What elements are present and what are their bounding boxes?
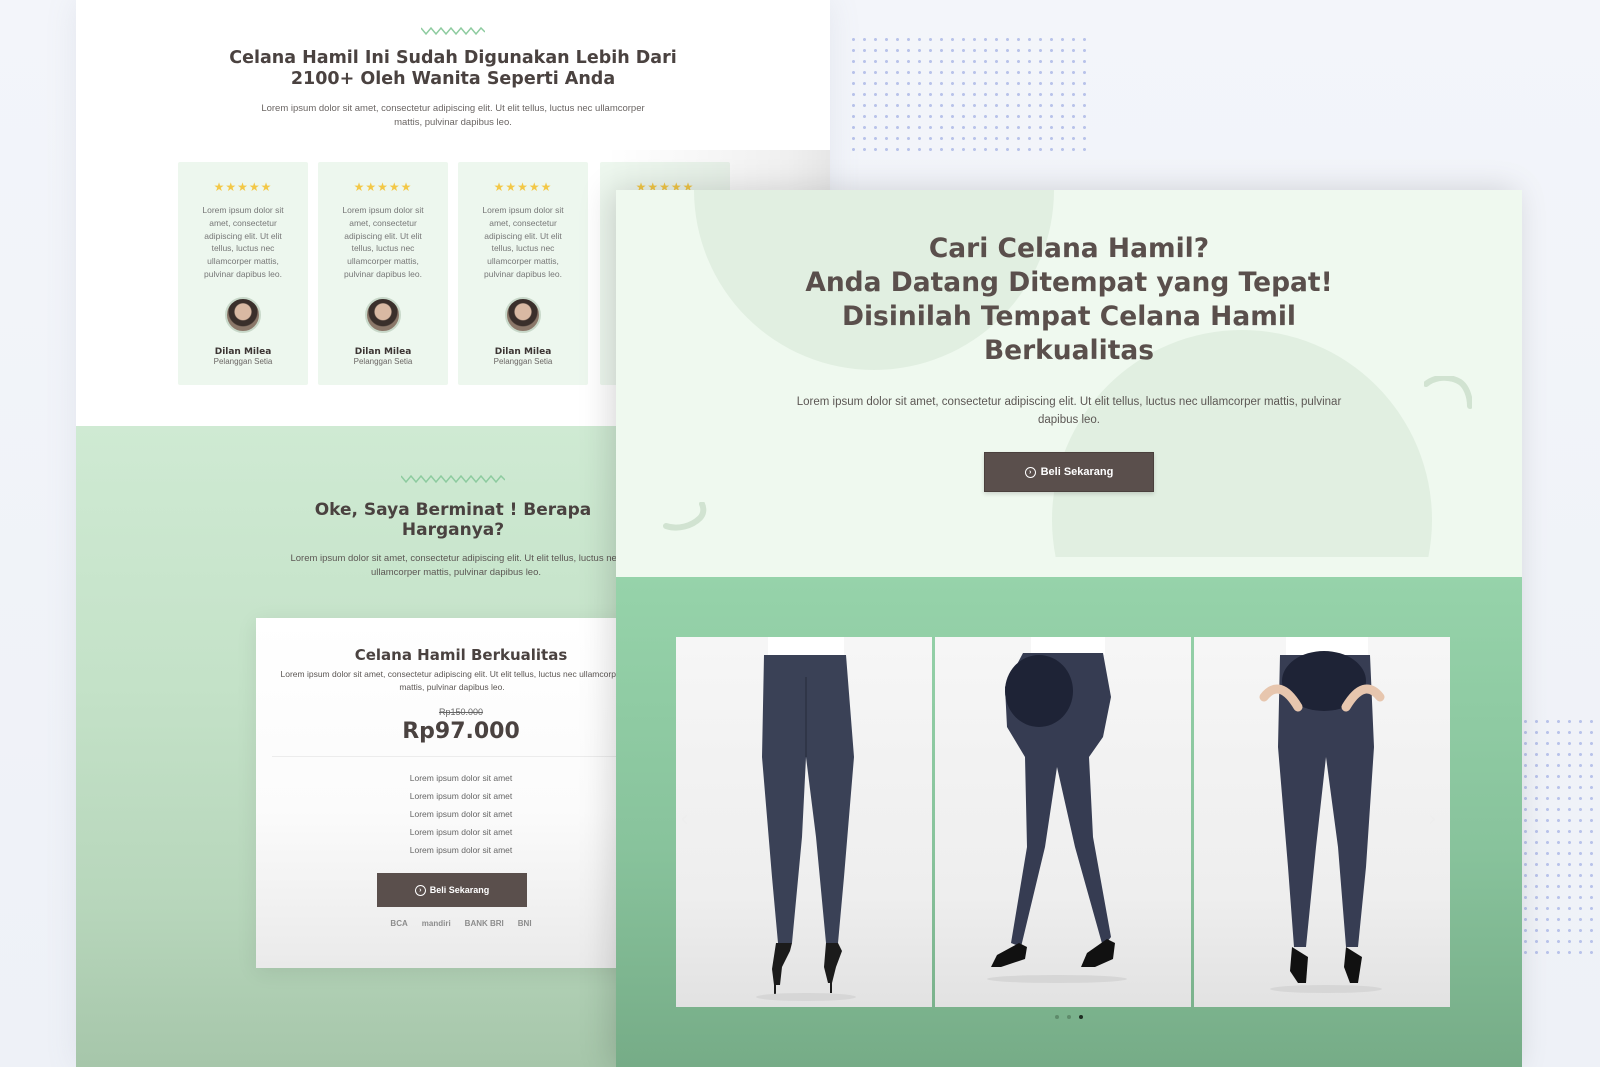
carousel-dot-active[interactable] — [1079, 1015, 1083, 1019]
hero-title-line: Berkualitas — [983, 335, 1155, 366]
hero-section: Cari Celana Hamil? Anda Datang Ditempat … — [616, 190, 1522, 577]
feature-item: Lorem ipsum dolor sit amet — [409, 809, 513, 819]
bank-logo: BCA — [390, 919, 408, 928]
testimonial-name: Dilan Milea — [214, 346, 272, 357]
current-price: Rp97.000 — [402, 719, 520, 744]
divider — [272, 756, 632, 757]
decorative-squiggle-icon — [663, 502, 707, 531]
decorative-squiggle-icon — [1424, 376, 1472, 409]
testimonials-title: Celana Hamil Ini Sudah Digunakan Lebih D… — [229, 48, 677, 89]
avatar — [505, 296, 541, 333]
decorative-dot-grid — [848, 34, 1088, 152]
carousel-dot[interactable] — [1067, 1015, 1071, 1019]
leggings-photo — [1259, 637, 1385, 993]
pricing-card: Celana Hamil Berkualitas Lorem ipsum dol… — [256, 618, 656, 968]
hero-title-line: Anda Datang Ditempat yang Tepat! — [805, 267, 1333, 298]
testimonials-description: Lorem ipsum dolor sit amet, consectetur … — [261, 103, 645, 128]
bank-logo: BANK BRI — [464, 919, 504, 928]
carousel-dots — [1055, 1015, 1083, 1019]
hero-title: Cari Celana Hamil? Anda Datang Ditempat … — [746, 232, 1392, 368]
leggings-photo — [756, 637, 856, 1001]
chevron-right-icon[interactable]: › — [1428, 807, 1437, 832]
feature-list: Lorem ipsum dolor sit amet Lorem ipsum d… — [256, 769, 656, 859]
feature-item: Lorem ipsum dolor sit amet — [409, 773, 513, 783]
testimonial-role: Pelanggan Setia — [213, 356, 273, 366]
pricing-title: Oke, Saya Berminat ! Berapa Harganya? — [314, 500, 592, 540]
buy-now-label: Beli Sekarang — [429, 885, 490, 895]
bank-logos: BCA mandiri BANK BRI BNI — [256, 919, 656, 928]
testimonial-card: ★★★★★ Lorem ipsum dolor sit amet, consec… — [458, 162, 588, 385]
carousel-dot[interactable] — [1055, 1015, 1059, 1019]
testimonial-text: Lorem ipsum dolor sit amet, consectetur … — [202, 205, 284, 279]
testimonial-role: Pelanggan Setia — [493, 356, 553, 366]
pricing-card-title: Celana Hamil Berkualitas — [354, 646, 568, 664]
pricing-card-description: Lorem ipsum dolor sit amet, consectetur … — [280, 669, 624, 692]
arrow-circle-icon: › — [414, 884, 426, 896]
wave-divider-icon — [421, 26, 485, 36]
bank-logo: BNI — [517, 919, 532, 928]
arrow-circle-icon: › — [1024, 466, 1036, 478]
avatar — [365, 296, 401, 333]
hero-title-line: Cari Celana Hamil? — [928, 233, 1210, 264]
testimonial-role: Pelanggan Setia — [353, 356, 413, 366]
rating-stars-icon: ★★★★★ — [493, 180, 553, 194]
product-image-front-view[interactable] — [1194, 637, 1450, 1007]
testimonial-name: Dilan Milea — [354, 346, 412, 357]
old-price: Rp150.000 — [438, 707, 484, 717]
hero-description: Lorem ipsum dolor sit amet, consectetur … — [796, 396, 1342, 426]
product-image-side-view[interactable] — [935, 637, 1191, 1007]
rating-stars-icon: ★★★★★ — [213, 180, 273, 194]
testimonial-card: ★★★★★ Lorem ipsum dolor sit amet, consec… — [318, 162, 448, 385]
chevron-left-icon[interactable]: ‹ — [680, 807, 689, 832]
hero-title-line: Disinilah Tempat Celana Hamil — [841, 301, 1297, 332]
bank-logo: mandiri — [421, 919, 451, 928]
buy-now-button[interactable]: › Beli Sekarang — [377, 873, 527, 907]
testimonial-card: ★★★★★ Lorem ipsum dolor sit amet, consec… — [178, 162, 308, 385]
pricing-description: Lorem ipsum dolor sit amet, consectetur … — [290, 553, 622, 578]
feature-item: Lorem ipsum dolor sit amet — [409, 827, 513, 837]
product-gallery: ‹ › — [616, 577, 1522, 1067]
leggings-photo — [987, 637, 1127, 983]
decorative-dot-grid — [1520, 716, 1596, 956]
rating-stars-icon: ★★★★★ — [353, 180, 413, 194]
feature-item: Lorem ipsum dolor sit amet — [409, 845, 513, 855]
testimonial-name: Dilan Milea — [494, 346, 552, 357]
wave-divider-icon — [401, 474, 505, 484]
testimonial-text: Lorem ipsum dolor sit amet, consectetur … — [342, 205, 424, 279]
landing-page-mockup-front: Cari Celana Hamil? Anda Datang Ditempat … — [616, 190, 1522, 1067]
product-image-back-view[interactable] — [676, 637, 932, 1007]
feature-item: Lorem ipsum dolor sit amet — [409, 791, 513, 801]
hero-buy-now-button[interactable]: › Beli Sekarang — [984, 452, 1154, 492]
testimonial-text: Lorem ipsum dolor sit amet, consectetur … — [482, 205, 564, 279]
hero-buy-now-label: Beli Sekarang — [1040, 466, 1114, 478]
avatar — [225, 296, 261, 333]
